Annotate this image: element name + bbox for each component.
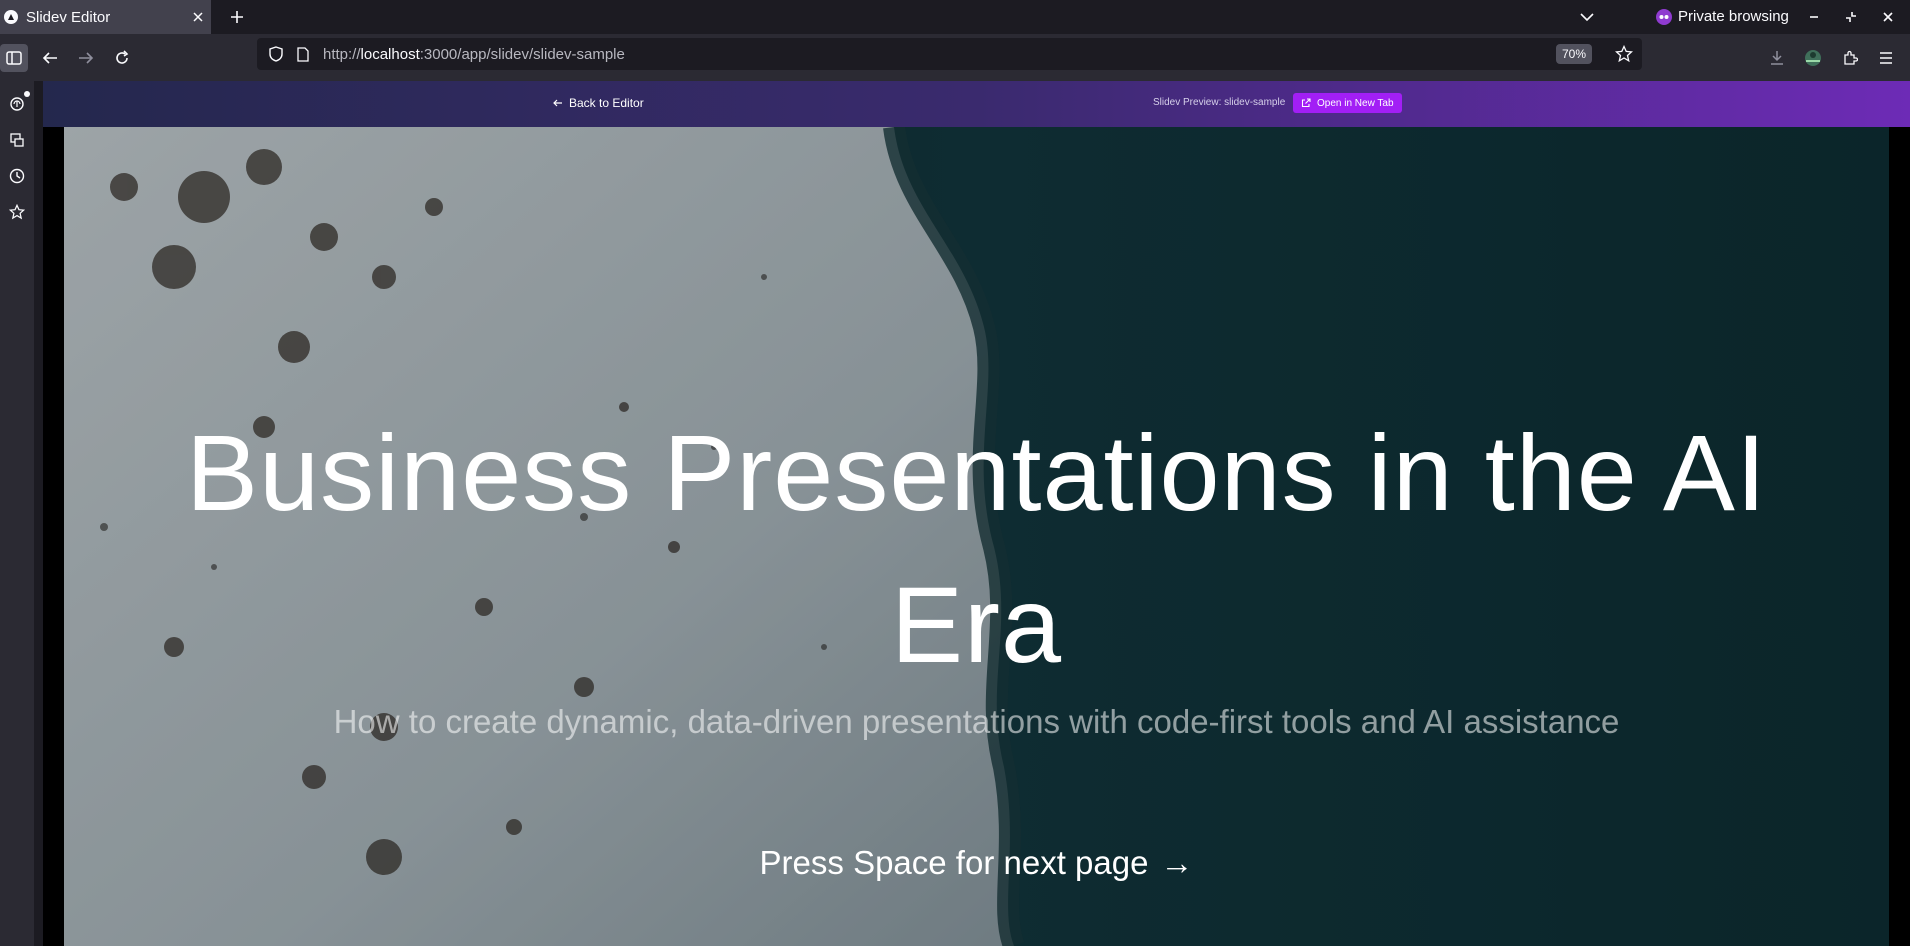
- arrow-right-icon: [79, 52, 94, 64]
- minimize-icon: [1810, 16, 1818, 18]
- reload-button[interactable]: [108, 44, 136, 72]
- account-avatar-icon: [1805, 50, 1821, 66]
- next-page-hint[interactable]: Press Space for next page →: [64, 844, 1889, 882]
- slide-canvas[interactable]: Business Presentations in the AI Era How…: [64, 127, 1889, 946]
- app-menu-button[interactable]: [1872, 44, 1900, 72]
- list-all-tabs-button[interactable]: [1575, 5, 1599, 29]
- close-tab-icon[interactable]: [185, 4, 211, 30]
- new-tab-button[interactable]: [224, 4, 250, 30]
- page-info-icon[interactable]: [295, 45, 311, 63]
- private-mask-icon: [1656, 8, 1672, 25]
- back-to-editor-link[interactable]: Back to Editor: [553, 96, 644, 110]
- url-text[interactable]: http://localhost:3000/app/slidev/slidev-…: [323, 46, 625, 63]
- plus-icon: [231, 11, 243, 23]
- tracking-protection-shield-icon[interactable]: [267, 45, 285, 63]
- private-browsing-label: Private browsing: [1678, 8, 1789, 25]
- hamburger-menu-icon: [1880, 52, 1892, 64]
- browser-sidebar: [0, 81, 35, 946]
- sidebar-toggle-button[interactable]: [0, 44, 28, 72]
- arrow-left-icon: [553, 96, 563, 110]
- extensions-button[interactable]: [1836, 44, 1864, 72]
- preview-header-bar: Back to Editor Slidev Preview: slidev-sa…: [43, 81, 1910, 127]
- slide-subtitle: How to create dynamic, data-driven prese…: [333, 703, 1620, 740]
- url-path: :3000/app/slidev/slidev-sample: [419, 45, 625, 63]
- next-page-label: Press Space for next page: [759, 844, 1149, 881]
- slide-title: Business Presentations in the AI Era: [186, 412, 1767, 685]
- puzzle-icon: [1844, 50, 1858, 65]
- browser-tab[interactable]: Slidev Editor: [0, 0, 211, 34]
- forward-button[interactable]: [72, 44, 100, 72]
- sidebar-icon: [6, 51, 22, 65]
- back-to-editor-label: Back to Editor: [569, 96, 644, 110]
- close-icon: [1883, 12, 1893, 22]
- url-bar[interactable]: http://localhost:3000/app/slidev/slidev-…: [257, 38, 1642, 70]
- preview-title: Slidev Preview: slidev-sample: [1153, 97, 1286, 108]
- back-button[interactable]: [36, 44, 64, 72]
- private-browsing-indicator: Private browsing: [1656, 8, 1789, 25]
- external-link-icon: [1301, 98, 1311, 108]
- tab-strip: Slidev Editor Private browsing: [0, 0, 1910, 34]
- bookmark-star-icon[interactable]: [1614, 44, 1634, 64]
- arrow-right-icon: →: [1160, 844, 1194, 881]
- restore-button[interactable]: [1836, 3, 1866, 31]
- close-window-button[interactable]: [1873, 3, 1903, 31]
- bookmarks-star-icon[interactable]: [6, 201, 28, 223]
- open-in-new-tab-button[interactable]: Open in New Tab: [1293, 93, 1402, 113]
- url-host: localhost: [360, 45, 420, 63]
- minimize-button[interactable]: [1799, 3, 1829, 31]
- reload-icon: [116, 50, 129, 64]
- restore-icon: [1846, 12, 1856, 22]
- chevron-down-icon: [1580, 13, 1594, 22]
- url-scheme: http://: [323, 45, 361, 63]
- page-content: Back to Editor Slidev Preview: slidev-sa…: [43, 81, 1910, 946]
- zoom-level-badge[interactable]: 70%: [1555, 44, 1592, 64]
- navigation-toolbar: http://localhost:3000/app/slidev/slidev-…: [0, 34, 1910, 81]
- downloads-button[interactable]: [1763, 44, 1791, 72]
- download-icon: [1771, 51, 1783, 65]
- tab-title: Slidev Editor: [26, 8, 111, 26]
- history-clock-icon[interactable]: [6, 165, 28, 187]
- account-button[interactable]: [1799, 44, 1827, 72]
- notification-dot: [24, 91, 30, 97]
- app-favicon-icon: [4, 10, 18, 24]
- open-in-new-tab-label: Open in New Tab: [1317, 97, 1394, 109]
- synced-tabs-icon[interactable]: [6, 129, 28, 151]
- arrow-left-icon: [42, 52, 57, 64]
